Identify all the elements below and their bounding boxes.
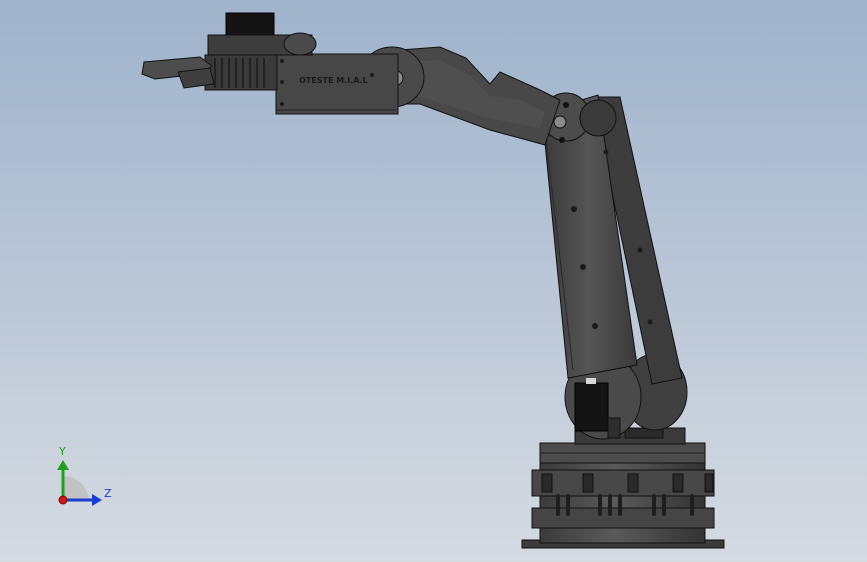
gripper-gears xyxy=(204,54,278,91)
wrist-housing: OTESTE M.I.A.L xyxy=(275,53,399,115)
triad-z-label: Z xyxy=(104,487,112,500)
x-axis-origin xyxy=(58,495,68,505)
gripper-servo xyxy=(207,12,317,56)
robot-arm-model[interactable]: OTESTE M.I.A.L Y Z xyxy=(0,0,867,562)
engraving-text: OTESTE M.I.A.L xyxy=(299,76,368,85)
gripper-fingers xyxy=(141,56,215,89)
orientation-triad[interactable]: Y Z xyxy=(57,445,112,506)
triad-y-label: Y xyxy=(58,445,66,458)
robot-base xyxy=(521,427,725,549)
cad-graphics-viewport[interactable]: OTESTE M.I.A.L Y Z xyxy=(0,0,867,562)
